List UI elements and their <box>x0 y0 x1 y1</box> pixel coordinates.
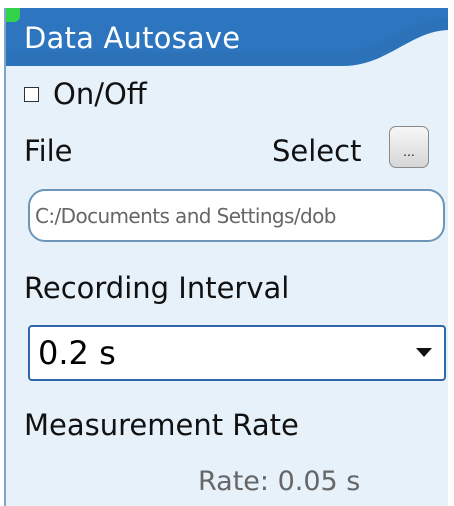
data-autosave-panel: Data Autosave On/Off File Select ... Rec… <box>4 8 448 506</box>
panel-header: Data Autosave <box>6 8 448 66</box>
ellipsis-icon: ... <box>403 143 415 159</box>
file-path-field[interactable] <box>28 189 445 242</box>
autosave-toggle-label: On/Off <box>53 77 147 111</box>
measurement-rate-label: Measurement Rate <box>24 408 299 442</box>
recording-interval-value: 0.2 s <box>38 334 116 372</box>
recording-interval-select[interactable]: 0.2 s <box>28 325 446 381</box>
select-label: Select <box>272 134 362 168</box>
autosave-toggle[interactable]: On/Off <box>24 76 147 112</box>
checkbox-icon[interactable] <box>24 86 39 102</box>
browse-file-button[interactable]: ... <box>389 126 429 168</box>
chevron-down-icon[interactable] <box>416 348 432 357</box>
recording-interval-label: Recording Interval <box>24 271 290 305</box>
measurement-rate-value: Rate: 0.05 s <box>198 466 361 497</box>
file-path-input[interactable] <box>35 203 443 228</box>
corner-mark <box>6 8 20 22</box>
file-label: File <box>24 134 73 168</box>
panel-title: Data Autosave <box>24 21 241 55</box>
